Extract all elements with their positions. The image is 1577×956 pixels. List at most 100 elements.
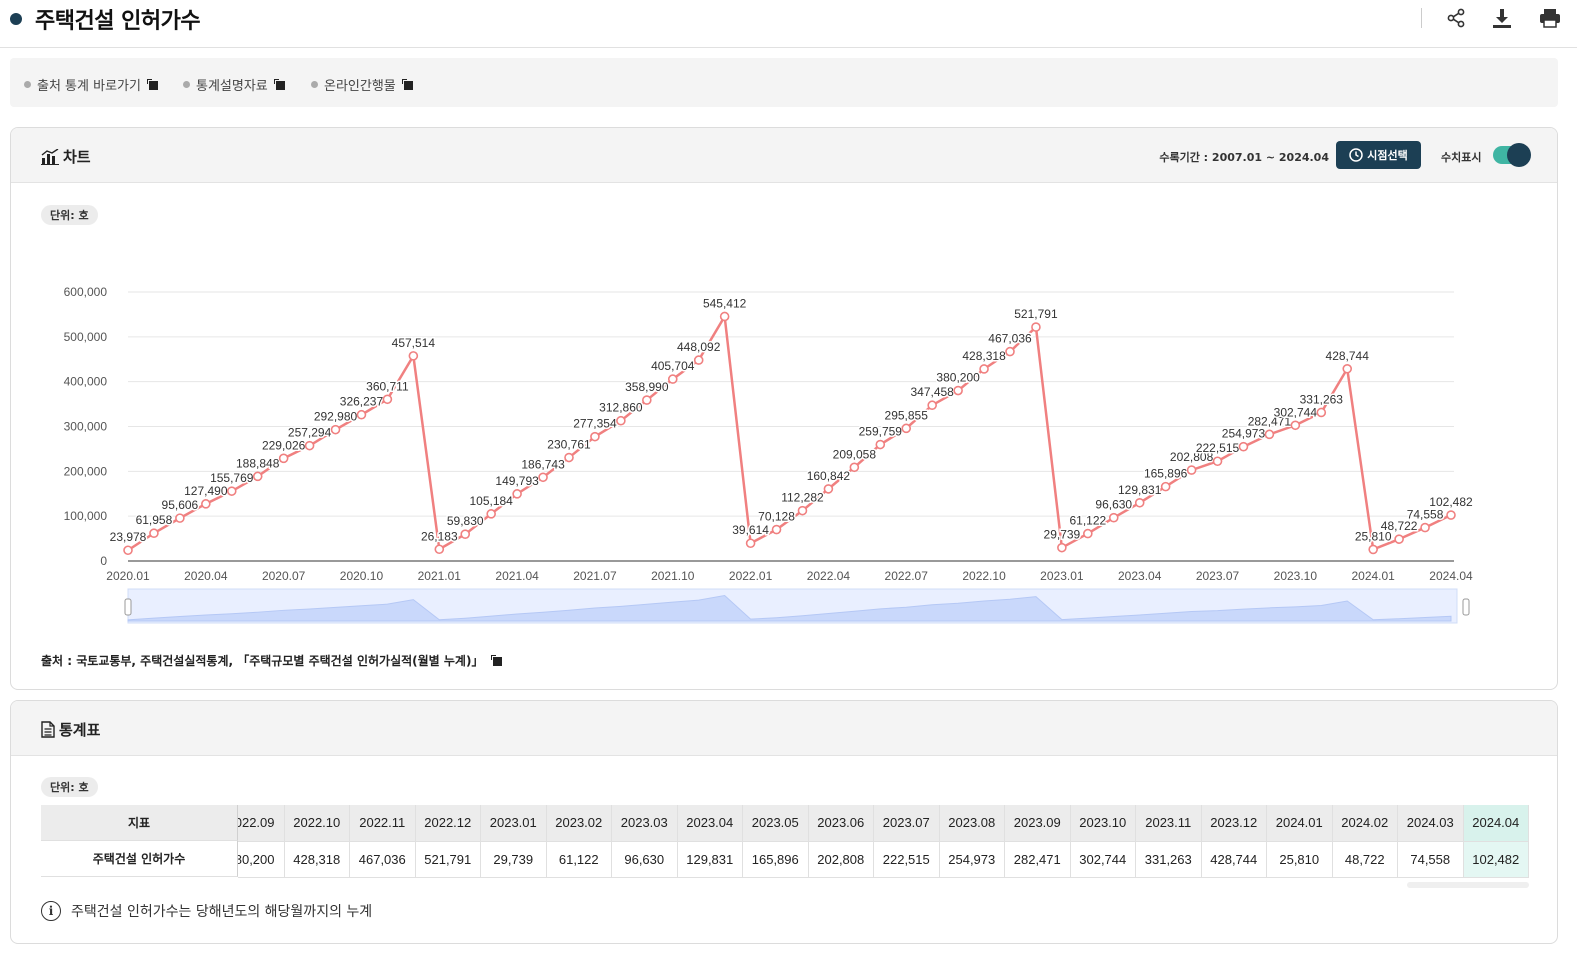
x-tick-label: 2024.04 bbox=[1429, 569, 1473, 583]
range-label: 수록기간 : 2007.01 ~ 2024.04 bbox=[1159, 151, 1329, 164]
data-label: 74,558 bbox=[1407, 508, 1444, 522]
data-label: 229,026 bbox=[262, 438, 306, 452]
chart-panel-header: 차트 수록기간 : 2007.01 ~ 2024.04 시점선택 수치표시 bbox=[11, 128, 1557, 183]
data-label: 521,791 bbox=[1014, 307, 1058, 321]
table-column-header: 2023.01 bbox=[480, 805, 547, 842]
link-label: 통계설명자료 bbox=[196, 79, 268, 94]
chart-panel-title-text: 차트 bbox=[63, 148, 91, 166]
time-select-button[interactable]: 시점선택 bbox=[1336, 141, 1421, 169]
title-bullet-icon bbox=[10, 13, 22, 25]
x-tick-label: 2020.07 bbox=[262, 569, 306, 583]
stats-table: 2022.092022.102022.112022.122023.012023.… bbox=[238, 805, 1529, 878]
value-display-toggle[interactable] bbox=[1493, 143, 1531, 167]
table-cell: 129,831 bbox=[677, 841, 743, 878]
external-link-icon[interactable] bbox=[491, 655, 503, 666]
data-point bbox=[875, 439, 886, 450]
data-label: 26,183 bbox=[421, 529, 458, 543]
data-point bbox=[1446, 510, 1456, 520]
table-column-header: 2022.09 bbox=[238, 805, 285, 842]
data-label: 149,793 bbox=[495, 474, 539, 488]
y-tick-label: 600,000 bbox=[64, 285, 108, 299]
table-cell: 222,515 bbox=[873, 841, 940, 878]
data-label: 102,482 bbox=[1429, 495, 1473, 509]
data-point bbox=[304, 440, 315, 451]
x-tick-label: 2020.04 bbox=[184, 569, 228, 583]
table-cell: 428,744 bbox=[1201, 841, 1267, 878]
line-chart: 0 100,000 200,000 300,000 400,000 500,000 600,… bbox=[64, 285, 1475, 624]
table-cell: 29,739 bbox=[480, 841, 547, 878]
y-tick-label: 200,000 bbox=[64, 464, 108, 478]
data-point bbox=[538, 472, 548, 483]
table-note-text: 주택건설 인허가수는 당해년도의 해당월까지의 누계 bbox=[71, 904, 373, 920]
x-tick-label: 2022.04 bbox=[807, 569, 851, 583]
data-point bbox=[616, 415, 626, 426]
data-point bbox=[1264, 429, 1275, 440]
table-panel-title-text: 통계표 bbox=[59, 721, 101, 739]
data-point bbox=[1342, 363, 1353, 374]
zoom-handle-left[interactable] bbox=[124, 598, 132, 616]
chart-source-text: 출처 : 국토교통부, 주택건설실적통계, 「주택규모별 주택건설 인허가실적(… bbox=[41, 654, 484, 668]
toggle-knob bbox=[1507, 143, 1531, 167]
data-label: 358,990 bbox=[625, 380, 669, 394]
table-column-header: 2024.03 bbox=[1397, 805, 1464, 842]
data-point bbox=[149, 528, 159, 539]
data-point bbox=[1057, 542, 1067, 553]
table-column-header: 2023.09 bbox=[1004, 805, 1071, 842]
data-point bbox=[953, 385, 963, 396]
share-icon[interactable] bbox=[1444, 6, 1468, 30]
x-tick-label: 2023.04 bbox=[1118, 569, 1162, 583]
data-point bbox=[1316, 407, 1327, 418]
table-scroll-area[interactable]: 2022.092022.102022.112022.122023.012023.… bbox=[238, 805, 1529, 879]
data-label: 230,761 bbox=[547, 438, 591, 452]
table-column-header: 2023.07 bbox=[873, 805, 940, 842]
data-label: 254,973 bbox=[1222, 427, 1266, 441]
download-icon[interactable] bbox=[1490, 6, 1514, 30]
data-point bbox=[771, 524, 782, 535]
zoom-handle-right[interactable] bbox=[1462, 598, 1470, 616]
table-cell: 302,744 bbox=[1070, 841, 1136, 878]
print-icon[interactable] bbox=[1538, 6, 1562, 30]
data-point bbox=[460, 529, 471, 539]
table-column-header: 2023.11 bbox=[1135, 805, 1202, 842]
table-cell: 331,263 bbox=[1135, 841, 1202, 878]
x-tick-label: 2022.07 bbox=[885, 569, 929, 583]
data-point bbox=[693, 355, 704, 365]
data-label: 105,184 bbox=[469, 494, 513, 508]
data-label: 186,743 bbox=[521, 457, 565, 471]
data-point bbox=[642, 395, 652, 405]
data-label: 347,458 bbox=[910, 385, 954, 399]
x-tick-label: 2021.04 bbox=[495, 569, 539, 583]
stats-description-link[interactable]: 통계설명자료 bbox=[183, 75, 285, 94]
online-publication-link[interactable]: 온라인간행물 bbox=[311, 75, 413, 94]
data-point bbox=[123, 545, 133, 556]
table-panel-header: 통계표 bbox=[11, 701, 1557, 756]
page-title: 주택건설 인허가수 bbox=[35, 9, 201, 34]
data-point bbox=[1005, 346, 1015, 357]
external-link-icon bbox=[273, 79, 285, 90]
table-horizontal-scrollbar[interactable] bbox=[1407, 882, 1529, 888]
data-label: 95,606 bbox=[162, 498, 199, 512]
indicator-row-label: 주택건설 인허가수 bbox=[41, 841, 238, 877]
data-point bbox=[175, 513, 185, 523]
x-tick-label: 2020.10 bbox=[340, 569, 384, 583]
data-label: 160,842 bbox=[807, 469, 851, 483]
chart-panel: 차트 수록기간 : 2007.01 ~ 2024.04 시점선택 수치표시 단위… bbox=[10, 127, 1558, 690]
chart-panel-title: 차트 bbox=[41, 146, 91, 167]
source-stats-link[interactable]: 출처 통계 바로가기 bbox=[24, 75, 158, 94]
data-label: 312,860 bbox=[599, 401, 643, 415]
data-label: 326,237 bbox=[340, 395, 384, 409]
link-label: 온라인간행물 bbox=[324, 79, 396, 94]
value-display-label: 수치표시 bbox=[1441, 151, 1482, 164]
page-title-text: 주택건설 인허가수 bbox=[35, 9, 201, 34]
data-label: 59,830 bbox=[447, 514, 484, 528]
header-separator bbox=[1421, 8, 1422, 28]
table-row-headers: 지표 주택건설 인허가수 bbox=[41, 805, 238, 877]
table-column-header: 2024.04 bbox=[1463, 805, 1529, 842]
time-select-label: 시점선택 bbox=[1367, 149, 1408, 162]
table-column-header: 2023.02 bbox=[546, 805, 612, 842]
table-cell: 521,791 bbox=[415, 841, 481, 878]
data-point bbox=[434, 544, 445, 555]
chart-source: 출처 : 국토교통부, 주택건설실적통계, 「주택규모별 주택건설 인허가실적(… bbox=[41, 652, 503, 669]
data-point bbox=[901, 423, 912, 434]
y-tick-label: 0 bbox=[100, 554, 107, 568]
